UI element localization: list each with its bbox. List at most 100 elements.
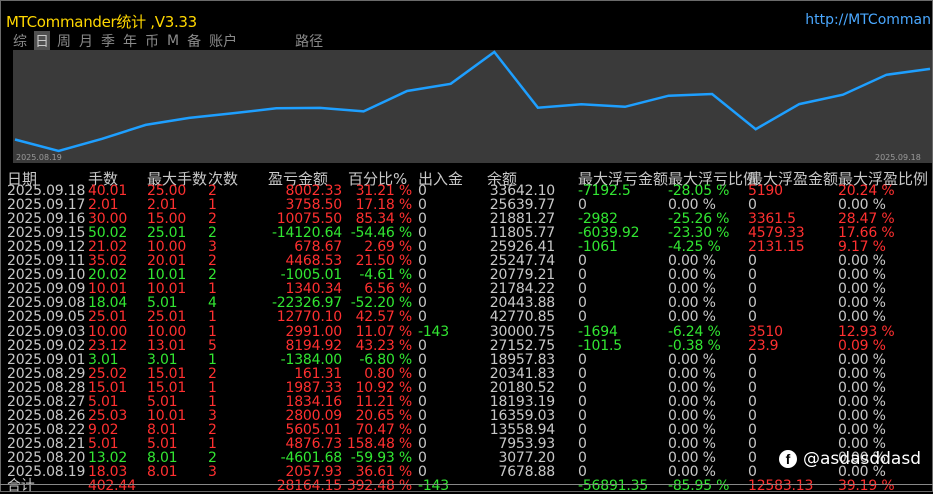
table-cell: 30000.75 [490, 325, 555, 339]
website-link[interactable]: http://MTComman [805, 12, 931, 28]
table-cell: 25247.74 [490, 254, 555, 268]
tab-10[interactable]: 路径 [294, 31, 324, 51]
table-cell: -23.30 % [668, 226, 729, 240]
table-cell: 10.00 [147, 240, 186, 254]
table-cell: 2 [208, 226, 217, 240]
table-cell: 20.24 % [838, 184, 894, 198]
table-cell: 25.03 [88, 409, 127, 423]
table-cell: 0.00 % [838, 353, 886, 367]
table-cell: 40.01 [88, 184, 127, 198]
tab-4[interactable]: 季 [100, 31, 116, 51]
tab-6[interactable]: 币 [144, 31, 160, 51]
table-cell: 0 [418, 268, 427, 282]
table-cell: 25.01 [147, 310, 186, 324]
table-cell: 4468.53 [286, 254, 343, 268]
table-cell: 3 [208, 409, 217, 423]
table-cell: 0.00 % [838, 367, 886, 381]
table-cell: 0.00 % [668, 437, 716, 451]
tab-3[interactable]: 月 [78, 31, 94, 51]
table-cell: 2025.08.22 [7, 423, 85, 437]
watermark-text: @asdasddasd [803, 449, 921, 469]
table-cell: 42.57 % [356, 310, 412, 324]
table-cell: 33642.10 [490, 184, 555, 198]
table-cell: 18193.19 [490, 395, 555, 409]
table-cell: -6.80 % [359, 353, 412, 367]
table-cell: 5 [208, 339, 217, 353]
table-cell: -1061 [578, 240, 618, 254]
table-cell: -1384.00 [281, 353, 342, 367]
tab-0[interactable]: 综 [12, 31, 28, 51]
table-cell: 25.02 [88, 367, 127, 381]
table-cell: 7953.93 [499, 437, 556, 451]
table-cell: -6.24 % [668, 325, 721, 339]
table-cell: 1340.34 [286, 282, 343, 296]
table-cell: 0 [748, 353, 757, 367]
table-cell: 0.00 % [668, 409, 716, 423]
tab-1[interactable]: 日 [34, 31, 50, 51]
tab-8[interactable]: 备 [186, 31, 202, 51]
table-cell: -59.93 % [351, 451, 412, 465]
table-cell: 23.9 [748, 339, 778, 353]
table-cell: 5605.01 [286, 423, 343, 437]
table-cell: 0 [418, 296, 427, 310]
table-cell: 0 [418, 451, 427, 465]
table-cell: 2025.09.01 [7, 353, 85, 367]
table-cell: 0.09 % [838, 339, 886, 353]
totals-cell: 402.44 [88, 479, 136, 493]
table-cell: -1005.01 [281, 268, 342, 282]
table-cell: 20443.88 [490, 296, 555, 310]
table-cell: 1987.33 [286, 381, 343, 395]
chart-end-date: 2025.09.18 [875, 153, 921, 162]
table-cell: 15.01 [147, 367, 186, 381]
table-cell: 2025.08.19 [7, 465, 85, 479]
table-cell: 42770.85 [490, 310, 555, 324]
table-cell: 2025.09.11 [7, 254, 85, 268]
table-cell: 25.01 [88, 310, 127, 324]
table-cell: 2025.09.08 [7, 296, 85, 310]
table-cell: 18.04 [88, 296, 127, 310]
table-cell: 0 [578, 268, 587, 282]
table-cell: 0 [578, 310, 587, 324]
table-cell: 13.02 [88, 451, 127, 465]
totals-cell: -143 [418, 479, 449, 493]
table-cell: 0 [578, 423, 587, 437]
table-cell: 1 [208, 381, 217, 395]
table-cell: 8002.33 [286, 184, 343, 198]
table-cell: 18.03 [88, 465, 127, 479]
table-cell: 2 [208, 254, 217, 268]
table-cell: 20180.52 [490, 381, 555, 395]
table-cell: 20.01 [147, 254, 186, 268]
table-cell: 25639.77 [490, 198, 555, 212]
table-cell: 0.00 % [838, 409, 886, 423]
table-cell: 1 [208, 198, 217, 212]
table-cell: 0.00 % [668, 367, 716, 381]
table-cell: 0.00 % [668, 198, 716, 212]
totals-cell: 39.19 % [838, 479, 894, 493]
table-cell: 0 [418, 409, 427, 423]
table-cell: 0 [748, 423, 757, 437]
table-cell: 0.00 % [838, 198, 886, 212]
tab-2[interactable]: 周 [56, 31, 72, 51]
totals-cell: 392.48 % [347, 479, 412, 493]
tab-5[interactable]: 年 [122, 31, 138, 51]
table-cell: 0.80 % [364, 367, 412, 381]
table-cell: -4601.68 [281, 451, 342, 465]
table-cell: -6039.92 [578, 226, 639, 240]
table-cell: 10.01 [88, 282, 127, 296]
table-cell: 0 [418, 353, 427, 367]
tab-7[interactable]: M [166, 33, 180, 49]
table-cell: 158.48 % [347, 437, 412, 451]
table-cell: 3510 [748, 325, 783, 339]
table-cell: 2025.08.28 [7, 381, 85, 395]
table-cell: 11805.77 [490, 226, 555, 240]
table-cell: 2025.09.03 [7, 325, 85, 339]
table-cell: 0 [748, 254, 757, 268]
table-cell: 0 [418, 226, 427, 240]
table-cell: 2025.09.12 [7, 240, 85, 254]
table-cell: 2.01 [88, 198, 118, 212]
table-cell: 3361.5 [748, 212, 796, 226]
table-cell: 0 [578, 282, 587, 296]
table-cell: 3077.20 [499, 451, 556, 465]
tab-9[interactable]: 账户 [208, 31, 238, 51]
table-cell: 0 [578, 367, 587, 381]
